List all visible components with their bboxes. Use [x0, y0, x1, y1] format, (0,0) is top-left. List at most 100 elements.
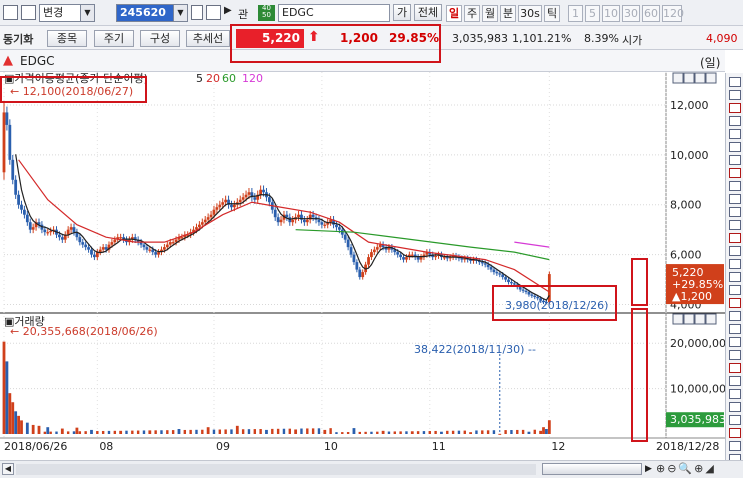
price-tick-label: 8,000: [670, 199, 702, 212]
drawing-tool-icon[interactable]: [729, 207, 741, 217]
tab-trendline[interactable]: 추세선: [186, 30, 230, 47]
period-button-3[interactable]: 분: [500, 5, 516, 22]
interval-button-4[interactable]: 60: [642, 5, 660, 22]
drawing-tool-icon[interactable]: [729, 181, 741, 191]
tab-period[interactable]: 주기: [94, 30, 134, 47]
period-button-4[interactable]: 30s: [518, 5, 542, 22]
drawing-tool-icon[interactable]: [729, 298, 741, 308]
scroll-bar[interactable]: ◀ ▶ ⊕⊖🔍⊕◢: [0, 460, 743, 478]
drawing-tool-icon[interactable]: [729, 103, 741, 113]
scroll-right-icon[interactable]: ▶: [645, 463, 655, 475]
scroll-track[interactable]: [16, 464, 536, 475]
chart-svg[interactable]: 12,00010,0008,0006,0004,00020,000,00010,…: [0, 72, 725, 460]
candle-body: [78, 237, 82, 243]
drawing-tool-icon[interactable]: [729, 272, 741, 282]
volume-bar: [142, 430, 146, 434]
volume-bar: [125, 430, 128, 434]
drawing-tool-icon[interactable]: [729, 168, 741, 178]
drawing-tool-icon[interactable]: [729, 90, 741, 100]
chevron-down-icon[interactable]: ▼: [80, 5, 94, 21]
candle-body: [352, 254, 356, 263]
drawing-tool-icon[interactable]: [729, 376, 741, 386]
candle-body: [43, 229, 47, 233]
chevron-down-icon[interactable]: ▼: [173, 5, 187, 21]
drawing-tool-icon[interactable]: [729, 77, 741, 87]
scroll-thumb[interactable]: [542, 463, 642, 475]
drawing-tool-icon[interactable]: [729, 246, 741, 256]
drawing-tool-icon[interactable]: [729, 259, 741, 269]
volume-bar: [405, 431, 408, 434]
volume-bar: [475, 430, 478, 434]
volume-bar: [90, 429, 93, 434]
window-icon[interactable]: [3, 5, 18, 20]
ga-button[interactable]: 가: [393, 4, 411, 21]
play-icon[interactable]: ▶: [224, 5, 239, 20]
search-icon[interactable]: [206, 5, 221, 20]
candle-body: [215, 207, 219, 210]
candle-body: [224, 199, 228, 203]
interval-button-2[interactable]: 10: [602, 5, 620, 22]
interval-button-5[interactable]: 120: [662, 5, 684, 22]
sync-label[interactable]: 동기화: [3, 31, 33, 47]
candle-body: [206, 217, 210, 220]
screen-icon[interactable]: [21, 5, 36, 20]
drawing-tool-icon[interactable]: [729, 389, 741, 399]
interval-button-3[interactable]: 30: [622, 5, 640, 22]
period-button-5[interactable]: 틱: [544, 5, 560, 22]
stock-name-field[interactable]: EDGC: [278, 4, 390, 22]
current-price: 5,220: [236, 29, 304, 48]
volume-bar: [195, 429, 198, 434]
tab-stock[interactable]: 종목: [47, 30, 87, 47]
candle-body: [507, 279, 510, 283]
candle-body: [337, 227, 341, 230]
price-panel-title: ▣가격이동평균(종가 단순이평): [4, 72, 148, 85]
volume-tick-label: 10,000,000: [670, 383, 725, 396]
scroll-left-icon[interactable]: ◀: [2, 463, 14, 475]
drawing-tool-icon[interactable]: [729, 194, 741, 204]
drawing-tool-icon[interactable]: [729, 129, 741, 139]
drawing-tool-icon[interactable]: [729, 350, 741, 360]
volume-ratio: 1,101.21%: [512, 32, 572, 45]
volume-bar: [364, 431, 367, 434]
drawing-tool-icon[interactable]: [729, 415, 741, 425]
relation-label[interactable]: 관: [238, 6, 248, 22]
volume-bar: [376, 431, 379, 434]
period-button-0[interactable]: 일: [446, 5, 462, 22]
drawing-toolbar: [725, 73, 743, 464]
chart-area[interactable]: 12,00010,0008,0006,0004,00020,000,00010,…: [0, 72, 725, 460]
candle-body: [232, 204, 236, 208]
zoom-icons[interactable]: ⊕⊖🔍⊕◢: [656, 462, 716, 475]
period-button-2[interactable]: 월: [482, 5, 498, 22]
drawing-tool-icon[interactable]: [729, 402, 741, 412]
drawing-tool-icon[interactable]: [729, 285, 741, 295]
drawing-tool-icon[interactable]: [729, 116, 741, 126]
account-combo[interactable]: 변경 ▼: [39, 4, 95, 22]
volume-bar: [37, 425, 41, 434]
drawing-tool-icon[interactable]: [729, 441, 741, 451]
candle-body: [165, 244, 169, 248]
candle-body: [58, 234, 61, 238]
candle-body: [317, 219, 321, 223]
drawing-tool-icon[interactable]: [729, 155, 741, 165]
drawing-tool-icon[interactable]: [729, 311, 741, 321]
drawing-tool-icon[interactable]: [729, 363, 741, 373]
stock-code-input[interactable]: 245620 ▼: [116, 4, 188, 22]
tab-compose[interactable]: 구성: [140, 30, 180, 47]
all-button[interactable]: 전체: [414, 4, 442, 21]
interval-button-1[interactable]: 5: [585, 5, 600, 22]
volume-bar: [43, 431, 47, 434]
spin-icon[interactable]: [191, 5, 203, 20]
drawing-tool-icon[interactable]: [729, 220, 741, 230]
volume-bar: [119, 430, 123, 434]
volume-tag-text: 3,035,983: [670, 413, 725, 426]
drawing-tool-icon[interactable]: [729, 337, 741, 347]
drawing-tool-icon[interactable]: [729, 233, 741, 243]
volume-bar: [212, 429, 216, 434]
price-tick-label: 6,000: [670, 249, 702, 262]
interval-button-0[interactable]: 1: [568, 5, 583, 22]
drawing-tool-icon[interactable]: [729, 324, 741, 334]
drawing-tool-icon[interactable]: [729, 428, 741, 438]
drawing-tool-icon[interactable]: [729, 142, 741, 152]
volume-bar: [410, 431, 414, 434]
period-button-1[interactable]: 주: [464, 5, 480, 22]
